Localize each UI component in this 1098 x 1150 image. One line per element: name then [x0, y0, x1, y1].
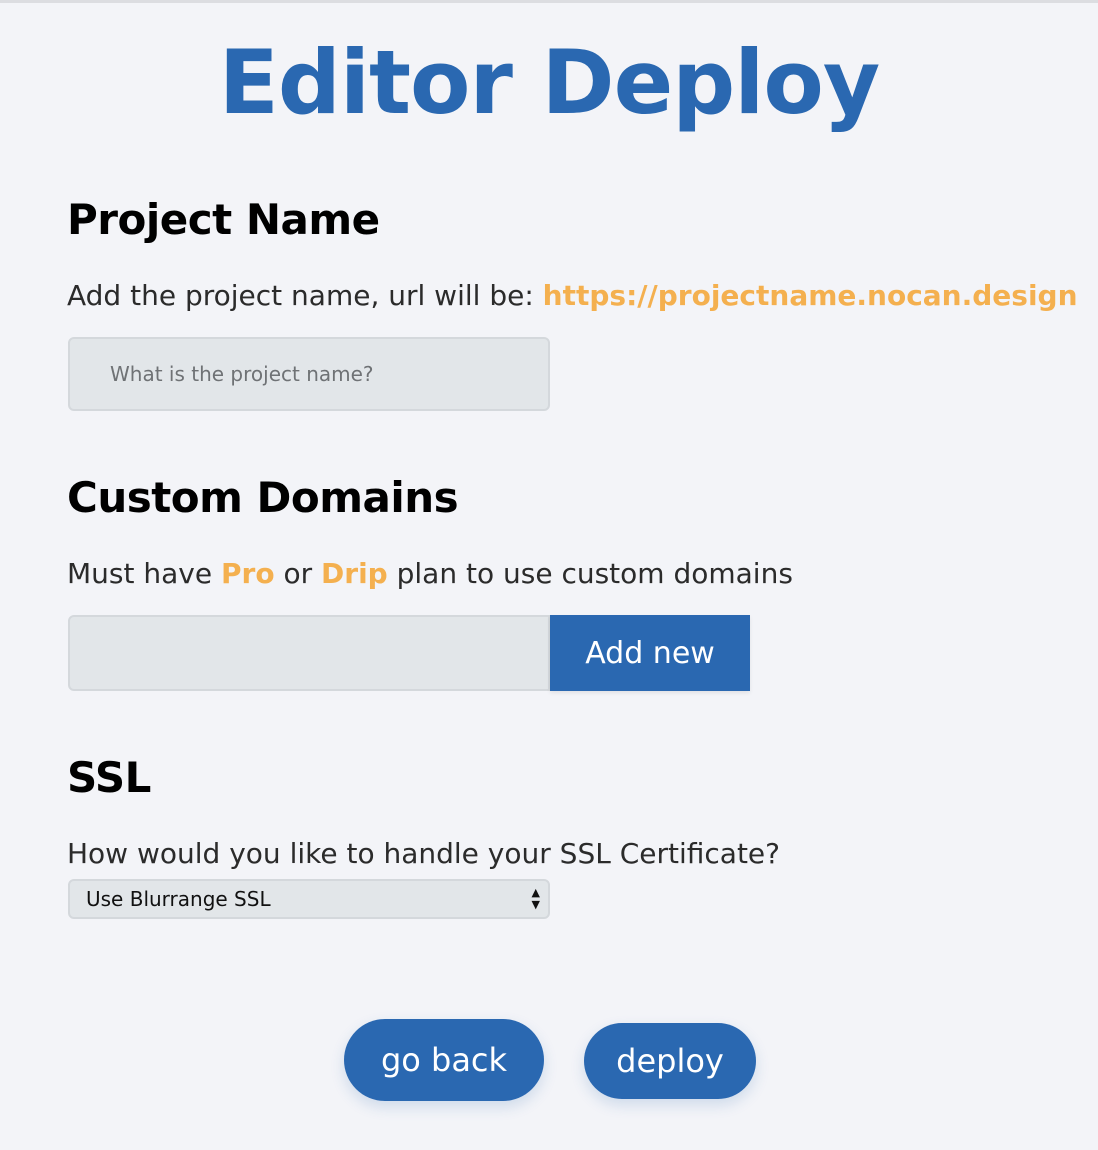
deploy-page: Editor Deploy Project Name Add the proje…: [0, 0, 1098, 1150]
plan-pro: Pro: [220, 557, 275, 590]
domains-desc-or: or: [274, 557, 322, 590]
ssl-select[interactable]: Use Blurrange SSL ▲ ▼: [68, 879, 550, 919]
ssl-description: How would you like to handle your SSL Ce…: [67, 837, 781, 870]
custom-domain-input[interactable]: [68, 615, 550, 691]
go-back-button[interactable]: go back: [344, 1019, 544, 1101]
add-domain-button[interactable]: Add new: [550, 615, 750, 691]
project-name-heading: Project Name: [67, 195, 380, 244]
domains-desc-prefix: Must have: [67, 557, 221, 590]
project-name-description: Add the project name, url will be: https…: [67, 279, 1078, 312]
plan-drip: Drip: [321, 557, 388, 590]
ssl-heading: SSL: [67, 753, 151, 802]
ssl-selected-value: Use Blurrange SSL: [86, 887, 271, 911]
project-desc-text: Add the project name, url will be:: [67, 279, 543, 312]
page-title: Editor Deploy: [218, 31, 881, 134]
deploy-button[interactable]: deploy: [584, 1023, 756, 1099]
chevron-up-down-icon: ▲ ▼: [531, 886, 540, 911]
domains-desc-suffix: plan to use custom domains: [387, 557, 793, 590]
project-url: https://projectname.nocan.design: [542, 279, 1078, 312]
custom-domains-heading: Custom Domains: [67, 473, 459, 522]
custom-domains-description: Must have Pro or Drip plan to use custom…: [67, 557, 793, 590]
project-name-input[interactable]: [68, 337, 550, 411]
